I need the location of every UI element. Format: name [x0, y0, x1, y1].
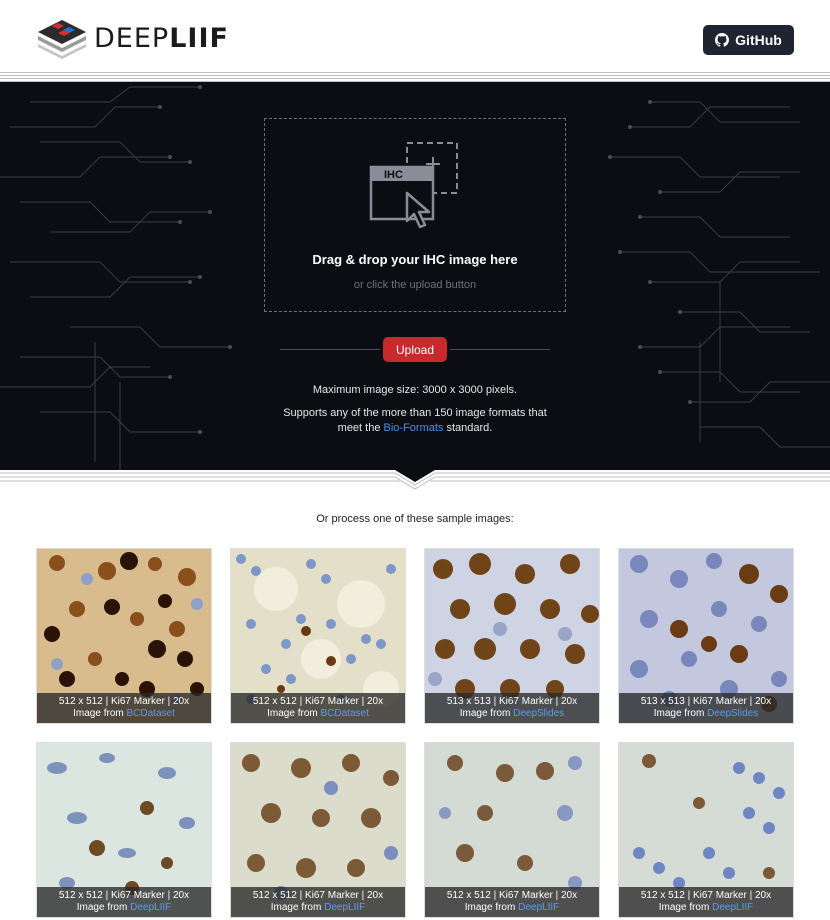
source-link[interactable]: DeepLIIF [712, 902, 753, 913]
samples-title: Or process one of these sample images: [316, 513, 514, 525]
header-divider [0, 70, 830, 82]
formats-note: Supports any of the more than 150 image … [283, 407, 547, 434]
sample-caption: 513 x 513 | Ki67 Marker | 20x Image from… [425, 693, 599, 723]
image-dropzone[interactable]: IHC Drag & drop your IHC image here or c… [264, 118, 566, 312]
source-link[interactable]: DeepLIIF [324, 902, 365, 913]
github-icon [715, 33, 730, 47]
logo-icon [38, 20, 86, 59]
sample-caption: 513 x 513 | Ki67 Marker | 20x Image from… [619, 693, 793, 723]
sample-image-card[interactable]: 512 x 512 | Ki67 Marker | 20x Image from… [424, 742, 600, 918]
header: DEEPLIIF GitHub [0, 0, 830, 70]
dropzone-title: Drag & drop your IHC image here [312, 252, 518, 267]
svg-text:IHC: IHC [384, 169, 403, 181]
sample-image-card[interactable]: 512 x 512 | Ki67 Marker | 20x Image from… [230, 742, 406, 918]
sample-image-card[interactable]: 512 x 512 | Ki67 Marker | 20x Image from… [230, 548, 406, 724]
sample-image-card[interactable]: 513 x 513 | Ki67 Marker | 20x Image from… [424, 548, 600, 724]
hero-bottom-divider [0, 470, 830, 490]
upload-line-left [280, 349, 380, 350]
deepliif-logo[interactable]: DEEPLIIF [36, 16, 229, 60]
sample-caption: 512 x 512 | Ki67 Marker | 20x Image from… [37, 693, 211, 723]
sample-caption: 512 x 512 | Ki67 Marker | 20x Image from… [619, 887, 793, 917]
sample-image-card[interactable]: 512 x 512 | Ki67 Marker | 20x Image from… [36, 548, 212, 724]
source-link[interactable]: DeepLIIF [518, 902, 559, 913]
sample-image-card[interactable]: 513 x 513 | Ki67 Marker | 20x Image from… [618, 548, 794, 724]
github-button[interactable]: GitHub [703, 25, 794, 55]
ihc-upload-icon: IHC [369, 142, 458, 229]
source-link[interactable]: DeepSlides [707, 708, 758, 719]
sample-image-card[interactable]: 512 x 512 | Ki67 Marker | 20x Image from… [618, 742, 794, 918]
sample-caption: 512 x 512 | Ki67 Marker | 20x Image from… [231, 693, 405, 723]
logo-text: DEEPLIIF [94, 22, 229, 54]
sample-caption: 512 x 512 | Ki67 Marker | 20x Image from… [37, 887, 211, 917]
dropzone-subtitle: or click the upload button [353, 279, 477, 291]
source-link[interactable]: DeepLIIF [130, 902, 171, 913]
sample-image-card[interactable]: 512 x 512 | Ki67 Marker | 20x Image from… [36, 742, 212, 918]
source-link[interactable]: DeepSlides [513, 708, 564, 719]
github-label: GitHub [735, 32, 782, 48]
sample-caption: 512 x 512 | Ki67 Marker | 20x Image from… [231, 887, 405, 917]
source-link[interactable]: BCDataset [127, 708, 175, 719]
sample-caption: 512 x 512 | Ki67 Marker | 20x Image from… [425, 887, 599, 917]
upload-line-right [450, 349, 550, 350]
bio-formats-link[interactable]: Bio-Formats [384, 422, 444, 434]
max-size-note: Maximum image size: 3000 x 3000 pixels. [312, 384, 518, 396]
upload-button[interactable]: Upload [383, 337, 447, 362]
upload-hero: IHC Drag & drop your IHC image here or c… [0, 82, 830, 470]
source-link[interactable]: BCDataset [321, 708, 369, 719]
